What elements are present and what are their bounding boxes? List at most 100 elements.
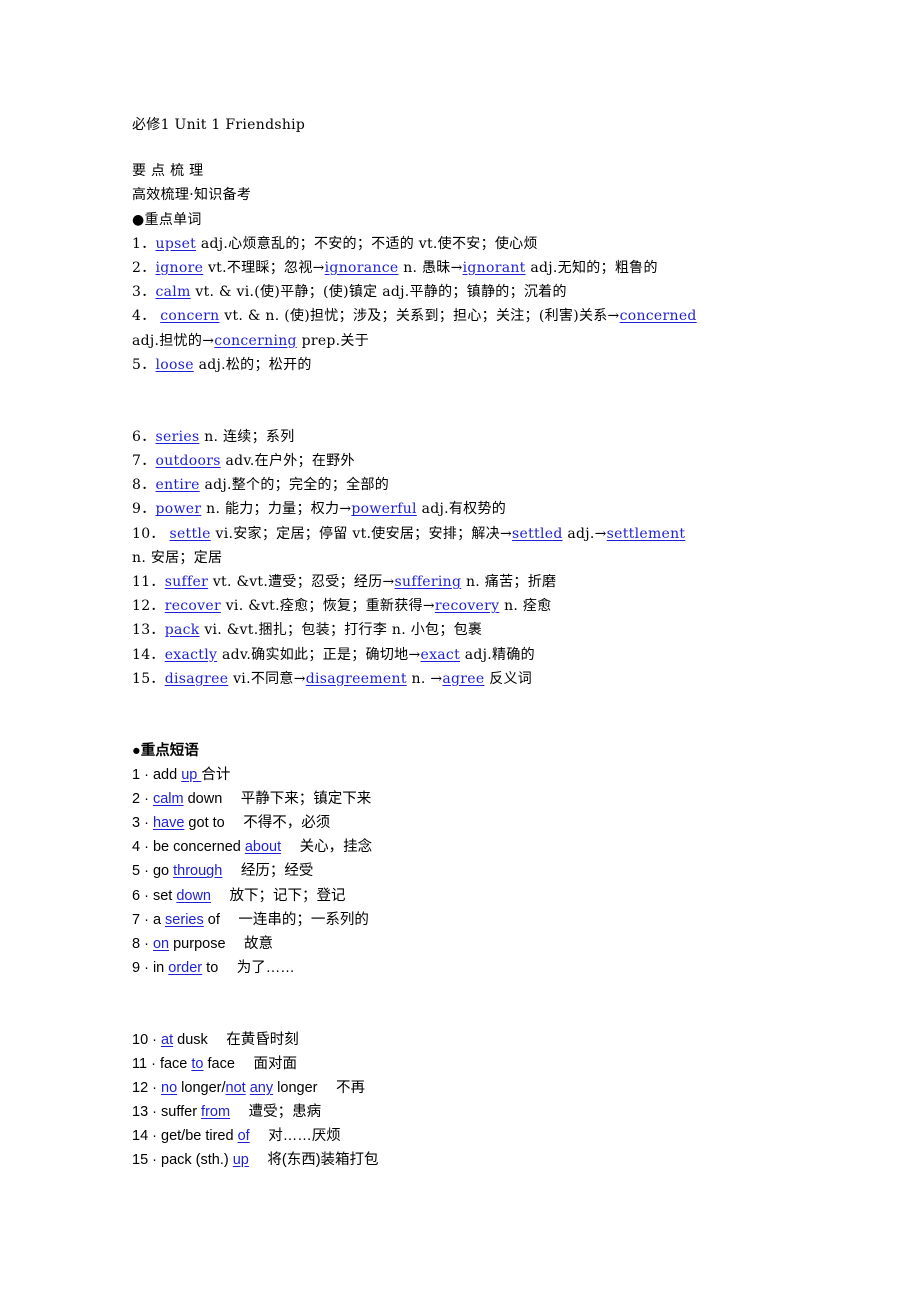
phrase-entry: 9 · in order to 为了…… [132,956,812,980]
item-number: 14． [132,646,165,663]
phrase-entry: 14 · get/be tired of 对……厌烦 [132,1124,812,1148]
keyword-link[interactable]: down [176,888,211,904]
definition-text: 对……厌烦 [249,1128,341,1145]
keyword-link[interactable]: settle [169,526,210,542]
keyword-link[interactable]: on [153,936,169,952]
keyword-link[interactable]: recover [165,598,221,614]
keyword-link[interactable]: settlement [607,526,686,542]
phrase-entry: 10 · at dusk 在黄昏时刻 [132,1028,812,1052]
keyword-link[interactable]: disagree [165,671,229,687]
definition-text: down 平静下来；镇定下来 [183,791,372,808]
definition-text: adj.松的；松开的 [193,356,312,373]
keyword-link[interactable]: exact [421,647,461,663]
keyword-link[interactable]: any [250,1080,273,1096]
definition-text: adj.整个的；完全的；全部的 [199,477,390,494]
keyword-link[interactable]: order [168,960,202,976]
word-entry: 12．recover vi. &vt.痊愈；恢复；重新获得→recovery n… [132,594,812,618]
word-entry: 3．calm vt. & vi.(使)平静；(使)镇定 adj.平静的；镇静的；… [132,280,812,304]
phrase-entry: 12 · no longer/not any longer 不再 [132,1076,812,1100]
item-number: 9 · [132,959,153,976]
keyword-link[interactable]: suffering [395,574,462,590]
keyword-link[interactable]: agree [442,671,484,687]
definition-text: adj.无知的；粗鲁的 [525,259,658,276]
item-number: 11 · [132,1055,160,1072]
phrase-entry: 7 · a series of 一连串的；一系列的 [132,908,812,932]
definition-text: vi. &vt.痊愈；恢复；重新获得→ [220,598,435,615]
definition-text: longer/ [177,1080,226,1097]
keyword-link[interactable]: concerned [620,308,697,324]
keyword-link[interactable]: from [201,1104,230,1120]
key-words-list-part-2: 6．series n. 连续；系列 7．outdoors adv.在户外；在野外 8… [132,425,812,691]
definition-text: n. → [406,670,443,687]
phrase-entry: 11 · face to face 面对面 [132,1052,812,1076]
keyword-link[interactable]: calm [153,791,184,807]
keyword-link[interactable]: outdoors [156,453,221,469]
definition-text: n. 痛苦；折磨 [461,574,557,590]
keyword-link[interactable]: concern [160,308,219,324]
keyword-link[interactable]: of [238,1128,250,1144]
keyword-link[interactable]: through [173,863,222,879]
definition-text: of 一连串的；一系列的 [203,911,369,928]
keyword-link[interactable]: have [153,815,184,831]
definition-text: vi. &vt.捆扎；包装；打行李 n. 小包；包裹 [199,622,483,639]
keyword-link[interactable]: calm [156,284,191,300]
keyword-link[interactable]: ignorant [463,260,526,276]
keyword-link[interactable]: up [181,767,201,783]
keyword-link[interactable]: entire [156,477,200,493]
definition-text: go [152,863,174,880]
phrase-entry: 4 · be concerned about 关心，挂念 [132,835,812,859]
item-number: 2． [132,259,156,276]
definition-text: n. 连续；系列 [199,428,295,445]
phrase-entry: 6 · set down 放下；记下；登记 [132,884,812,908]
definition-text: 将(东西)装箱打包 [248,1152,379,1169]
item-number: 15 · [132,1152,162,1169]
definition-text: n. 痊愈 [499,598,552,615]
keyword-link[interactable]: about [245,839,281,855]
keyword-link[interactable]: powerful [351,501,416,517]
word-entry: 10． settle vi.安家；定居；停留 vt.使安居；安排；解决→sett… [132,522,812,546]
keyword-link[interactable]: no [161,1080,177,1096]
keyword-link[interactable]: ignorance [325,260,399,276]
definition-text: vt. &vt.遭受；忍受；经历→ [208,574,395,590]
keyword-link[interactable]: series [156,429,200,445]
definition-text: vt. & vi.(使)平静；(使)镇定 adj.平静的；镇静的；沉着的 [190,284,567,301]
keyword-link[interactable]: recovery [435,598,499,614]
word-entry: 9．power n. 能力；力量；权力→powerful adj.有权势的 [132,497,812,521]
item-number: 12． [132,598,165,615]
keyword-link[interactable]: ignore [156,260,204,276]
keyword-link[interactable]: upset [156,236,197,252]
keyword-link[interactable]: at [161,1032,173,1048]
word-entry: adj.担忧的→concerning prep.关于 [132,329,812,353]
definition-text: pack (sth.) [161,1152,233,1169]
keyword-link[interactable]: settled [512,526,563,542]
keyword-link[interactable]: series [165,912,204,928]
definition-text: get/be tired [161,1128,238,1145]
item-number: 10 · [132,1031,162,1048]
key-phrases-list-part-2: 10 · at dusk 在黄昏时刻 11 · face to face 面对面 1… [132,1028,812,1173]
key-words-list-part-1: 1．upset adj.心烦意乱的；不安的；不适的 vt.使不安；使心烦 2．ig… [132,232,812,377]
item-number: 15． [132,670,165,687]
keyword-link[interactable]: loose [156,357,194,373]
keyword-link[interactable]: up [233,1152,249,1168]
keyword-link[interactable]: not [226,1080,246,1096]
keyword-link[interactable]: to [191,1056,203,1072]
keyword-link[interactable]: disagreement [306,671,407,687]
document-page: 必修1 Unit 1 Friendship 要 点 梳 理 高效梳理·知识备考 … [132,113,812,1172]
keyword-link[interactable]: suffer [165,574,208,590]
keyword-link[interactable]: power [156,501,202,517]
keyword-link[interactable]: exactly [165,647,217,663]
definition-text: adj.精确的 [460,646,535,663]
word-entry: 2．ignore vt.不理睬；忽视→ignorance n. 愚昧→ignor… [132,256,812,280]
keyword-link[interactable]: pack [165,622,200,638]
key-phrases-heading: ●重点短语 [132,742,199,759]
word-entry: 1．upset adj.心烦意乱的；不安的；不适的 vt.使不安；使心烦 [132,232,812,256]
key-words-heading: ●重点单词 [132,211,202,228]
item-number: 13． [132,622,165,639]
word-entry: n. 安居；定居 [132,546,812,570]
definition-text: dusk 在黄昏时刻 [173,1031,299,1048]
item-number: 14 · [132,1128,162,1145]
keyword-link[interactable]: concerning [214,333,297,349]
